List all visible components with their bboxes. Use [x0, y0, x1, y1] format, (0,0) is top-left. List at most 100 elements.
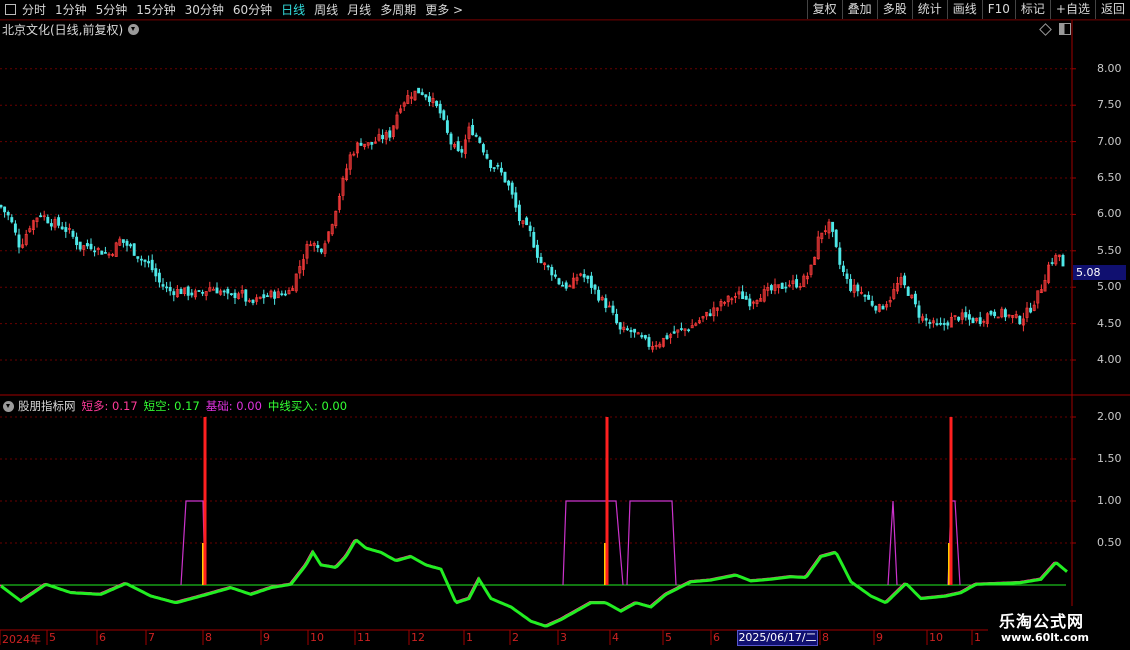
- diamond-icon[interactable]: [1039, 22, 1052, 36]
- date-tick-label: 2024年: [2, 633, 41, 646]
- price-tick-label: 6.00: [1097, 207, 1122, 221]
- candle-body: [49, 223, 53, 227]
- candle-body: [3, 206, 7, 213]
- indicator-value-short-short: 短空: 0.17: [143, 399, 200, 413]
- candle-body: [251, 299, 255, 304]
- candle-body: [924, 318, 928, 321]
- candle-body: [867, 294, 871, 300]
- candle-body: [179, 288, 183, 295]
- candle-body: [71, 230, 75, 237]
- date-tick-label: 12: [411, 631, 425, 644]
- candle-body: [769, 285, 773, 291]
- crosshair-date: 2025/06/17/二: [737, 630, 818, 646]
- candle-body: [834, 229, 838, 247]
- watermark-url: www.60lt.com: [1001, 631, 1090, 644]
- candle-body: [283, 293, 287, 296]
- chevron-down-icon[interactable]: [3, 400, 14, 412]
- candle-body: [165, 286, 169, 289]
- candle-body: [420, 92, 424, 95]
- candle-body: [233, 292, 237, 299]
- candle-body: [672, 331, 676, 334]
- candle-body: [1003, 309, 1007, 318]
- candle-body: [57, 217, 61, 226]
- candle-body: [46, 216, 50, 224]
- candle-body: [265, 295, 269, 298]
- candle-body: [589, 275, 593, 288]
- candle-body: [708, 313, 712, 317]
- candle-body: [586, 275, 590, 279]
- candle-body: [615, 313, 619, 324]
- candle-body: [841, 265, 845, 273]
- candle-body: [913, 293, 917, 305]
- candle-body: [489, 159, 493, 168]
- indicator-tick-label: 1.00: [1097, 494, 1122, 507]
- candle-body: [687, 329, 691, 332]
- candle-body: [625, 328, 629, 331]
- candle-body: [154, 268, 158, 277]
- date-tick-label: 10: [929, 631, 943, 644]
- candle-body: [89, 243, 93, 250]
- buy-signal-bar: [203, 417, 207, 585]
- date-tick-label: 3: [560, 631, 567, 644]
- date-axis: 2024年 5 6 7 8 9 10 11 12 1 2 3 4 5 6 8 9 10 1: [0, 630, 1130, 650]
- candle-body: [499, 167, 503, 173]
- price-tick-label: 7.00: [1097, 134, 1122, 148]
- indicator-tick-label: 2.00: [1097, 410, 1122, 423]
- indicator-value-base: 基础: 0.00: [205, 399, 262, 413]
- date-tick-label: 11: [357, 631, 371, 644]
- candle-body: [629, 329, 633, 333]
- chevron-down-icon[interactable]: [128, 24, 140, 35]
- candle-body: [535, 244, 539, 258]
- candle-body: [215, 287, 219, 294]
- candle-body: [795, 279, 799, 288]
- candle-body: [481, 144, 485, 153]
- price-tick-label: 4.50: [1097, 316, 1122, 330]
- indicator-value-short-long: 短多: 0.17: [81, 399, 138, 413]
- candle-body: [874, 305, 878, 311]
- price-tick-label: 6.50: [1097, 171, 1122, 184]
- candle-body: [460, 149, 464, 153]
- candle-body: [1050, 262, 1054, 264]
- indicator-value-mid-buy: 中线买入: 0.00: [267, 399, 348, 413]
- date-tick-label: 6: [713, 631, 720, 644]
- candle-body: [870, 300, 874, 306]
- date-tick-label: 1: [466, 631, 473, 644]
- candle-body: [10, 217, 14, 223]
- candle-body: [550, 266, 554, 276]
- candle-body: [496, 165, 500, 167]
- candle-body: [514, 192, 518, 208]
- candle-body: [485, 154, 489, 159]
- candle-body: [157, 272, 161, 283]
- panel-tools: [1039, 22, 1071, 36]
- candle-body: [946, 322, 950, 326]
- price-tick-label: 8.00: [1097, 61, 1122, 75]
- candle-body: [597, 289, 601, 301]
- split-panel-icon[interactable]: [1059, 23, 1071, 35]
- candle-body: [78, 241, 82, 250]
- date-tick-label: 9: [263, 631, 270, 644]
- candle-body: [456, 141, 460, 152]
- candle-body: [424, 94, 428, 98]
- candle-body: [665, 335, 669, 340]
- candle-body: [168, 287, 172, 292]
- candle-body: [280, 293, 284, 296]
- candle-body: [449, 133, 453, 145]
- candle-body: [197, 290, 201, 292]
- chart-canvas[interactable]: [0, 0, 1130, 650]
- candle-body: [319, 248, 323, 253]
- buy-signal-bar: [949, 417, 953, 585]
- short-long-line: [0, 538, 1067, 626]
- candle-body: [525, 217, 529, 226]
- candle-body: [492, 167, 496, 169]
- candle-body: [647, 337, 651, 347]
- candle-body: [849, 278, 853, 291]
- candle-body: [748, 298, 752, 307]
- candle-body: [13, 223, 17, 233]
- watermark-title: 乐淘公式网: [999, 612, 1085, 631]
- candle-body: [582, 274, 586, 278]
- candle-body: [633, 328, 637, 333]
- signal-bar-small: [202, 543, 204, 585]
- chart-title: 北京文化(日线,前复权): [2, 21, 140, 38]
- candle-body: [964, 312, 968, 318]
- candle-body: [121, 239, 125, 243]
